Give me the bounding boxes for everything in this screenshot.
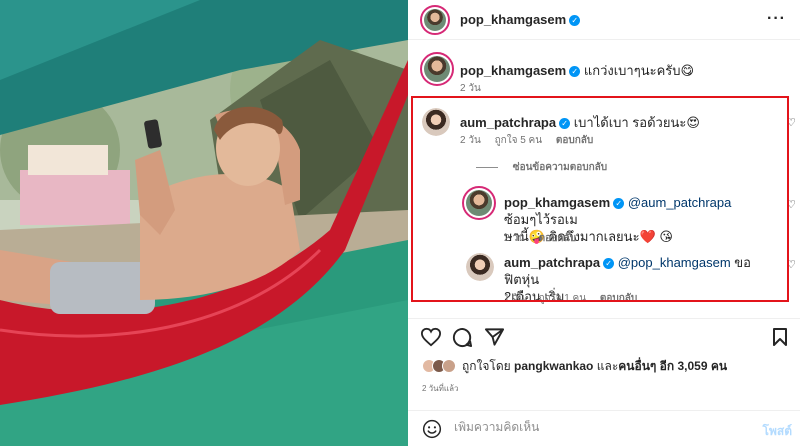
comments-panel: pop_khamgasem ✓ ··· pop_khamgasem ✓ แกว่งเ… — [408, 0, 800, 446]
add-comment-bar: โพสต์ — [408, 410, 800, 446]
reply-username[interactable]: aum_patchrapa — [504, 255, 600, 270]
post-comment-button[interactable]: โพสต์ — [763, 422, 792, 441]
caption-time[interactable]: 2 วัน — [460, 83, 481, 94]
reply-avatar[interactable] — [466, 253, 494, 281]
likes-text: ถูกใจโดย pangkwankao และคนอื่นๆ อีก 3,05… — [462, 357, 727, 376]
like-reply-heart-icon[interactable]: ♡ — [786, 258, 796, 271]
comment-bubble-icon[interactable] — [452, 327, 473, 348]
verified-badge-icon: ✓ — [613, 198, 625, 209]
liker-avatar[interactable] — [442, 359, 456, 373]
author-username[interactable]: pop_khamgasem ✓ — [460, 12, 581, 27]
like-reply-heart-icon[interactable]: ♡ — [786, 198, 796, 211]
action-bar — [408, 318, 800, 352]
hide-replies-label[interactable]: ซ่อนข้อความตอบกลับ — [513, 162, 607, 173]
emoji-smiley-icon[interactable] — [422, 419, 442, 439]
comment-text: เบาได้เบา รอด้วยนะ😍 — [573, 115, 700, 130]
reply-mention[interactable]: @aum_patchrapa — [628, 195, 732, 210]
reply-meta: 1 วัน ถูกใจ 1 คน ตอบกลับ — [504, 291, 648, 306]
likes-prefix: ถูกใจโดย — [462, 358, 515, 373]
more-options-icon[interactable]: ··· — [767, 10, 786, 28]
likes-others-link[interactable]: คนอื่นๆ อีก 3,059 คน — [618, 359, 727, 373]
comment-line: aum_patchrapa ✓ เบาได้เบา รอด้วยนะ😍 — [460, 112, 700, 133]
reply-likes[interactable]: ถูกใจ 1 คน — [539, 293, 587, 304]
likes-summary: ถูกใจโดย pangkwankao และคนอื่นๆ อีก 3,05… — [422, 357, 727, 375]
reply-username[interactable]: pop_khamgasem — [504, 195, 610, 210]
comment-username[interactable]: aum_patchrapa — [460, 115, 556, 130]
verified-badge-icon: ✓ — [569, 15, 581, 26]
photo-illustration — [0, 0, 408, 446]
hide-replies-button[interactable]: ซ่อนข้อความตอบกลับ — [476, 160, 607, 175]
comment-input[interactable] — [454, 420, 744, 434]
like-comment-heart-icon[interactable]: ♡ — [786, 116, 796, 129]
post-time-ago[interactable]: 2 วันที่แล้ว — [422, 382, 458, 395]
post-header: pop_khamgasem ✓ ··· — [408, 0, 800, 40]
reply-time[interactable]: 2 วัน — [504, 233, 525, 244]
comment-time[interactable]: 2 วัน — [460, 135, 481, 146]
author-username-text[interactable]: pop_khamgasem — [460, 12, 566, 27]
caption-text: แกว่งเบาๆนะครับ😋 — [583, 63, 695, 78]
reply-button[interactable]: ตอบกลับ — [539, 233, 576, 244]
like-heart-icon[interactable] — [420, 327, 442, 347]
share-send-icon[interactable] — [484, 327, 505, 347]
liked-by-user[interactable]: pangkwankao — [514, 359, 593, 373]
reply-meta: 2 วัน ตอบกลับ — [504, 231, 587, 246]
caption-line: pop_khamgasem ✓ แกว่งเบาๆนะครับ😋 — [460, 60, 694, 81]
reply-avatar[interactable] — [462, 186, 496, 220]
post-photo[interactable] — [0, 0, 408, 446]
comment-meta: 2 วัน ถูกใจ 5 คน ตอบกลับ — [460, 133, 604, 148]
verified-badge-icon: ✓ — [603, 258, 615, 269]
caption-avatar[interactable] — [420, 52, 454, 86]
reply-text-line1: ซ้อมๆไว้รอเม — [504, 212, 578, 227]
instagram-post-view: pop_khamgasem ✓ ··· pop_khamgasem ✓ แกว่งเ… — [0, 0, 800, 446]
save-bookmark-icon[interactable] — [772, 327, 788, 347]
caption-username[interactable]: pop_khamgasem — [460, 63, 566, 78]
comment-likes[interactable]: ถูกใจ 5 คน — [495, 135, 543, 146]
verified-badge-icon: ✓ — [559, 118, 571, 129]
reply-button[interactable]: ตอบกลับ — [600, 293, 637, 304]
author-avatar[interactable] — [420, 5, 450, 35]
reply-mention[interactable]: @pop_khamgasem — [618, 255, 731, 270]
reply-button[interactable]: ตอบกลับ — [556, 135, 593, 146]
likes-middle: และ — [593, 358, 619, 373]
comment-avatar[interactable] — [422, 108, 450, 136]
verified-badge-icon: ✓ — [569, 66, 581, 77]
caption-meta: 2 วัน — [460, 81, 492, 96]
reply-time[interactable]: 1 วัน — [504, 293, 525, 304]
